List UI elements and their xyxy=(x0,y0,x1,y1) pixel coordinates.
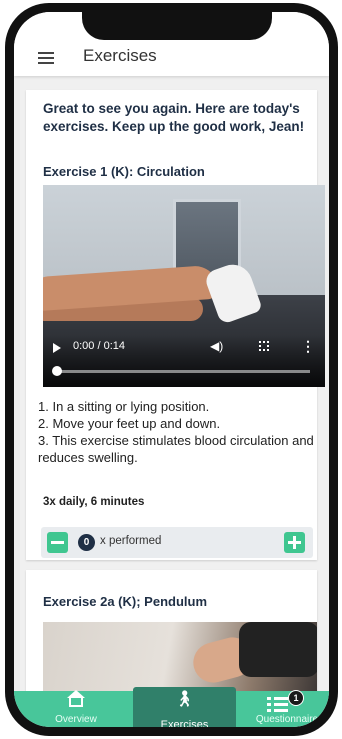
nav-overview[interactable]: Overview xyxy=(36,690,116,727)
performed-count: 0 xyxy=(78,534,95,551)
fullscreen-icon[interactable] xyxy=(259,341,269,351)
nav-label: Questionnaire xyxy=(255,714,319,725)
progress-knob[interactable] xyxy=(52,366,62,376)
instruction-step: 2. Move your feet up and down. xyxy=(38,416,221,431)
exercise-card: Great to see you again. Here are today's… xyxy=(26,90,325,560)
exercise-title: Exercise 2a (K); Pendulum xyxy=(43,594,207,609)
more-options-icon[interactable]: ⋮ xyxy=(301,338,315,355)
page-title: Exercises xyxy=(83,46,157,65)
volume-icon[interactable]: ◀) xyxy=(210,339,223,353)
thumbnail-clothing xyxy=(239,622,317,677)
hamburger-menu-icon[interactable] xyxy=(38,52,54,64)
nav-exercises[interactable]: 🚶︎ Exercises xyxy=(133,687,236,727)
greeting-text: Great to see you again. Here are today's… xyxy=(43,101,305,134)
instruction-step: 3. This exercise stimulates blood circul… xyxy=(38,433,314,465)
video-time: 0:00 / 0:14 xyxy=(73,340,125,352)
decrement-button[interactable] xyxy=(47,532,68,553)
bottom-navigation: Overview 🚶︎ Exercises 1 Questionnaire xyxy=(14,687,329,727)
exercise-card: Exercise 2a (K); Pendulum xyxy=(26,570,317,691)
exercise-instructions: 1. In a sitting or lying position. 2. Mo… xyxy=(38,398,318,466)
exercise-video[interactable]: 0:00 / 0:14 ◀) ⋮ xyxy=(43,185,325,387)
exercise-frequency: 3x daily, 6 minutes xyxy=(43,496,145,508)
phone-notch xyxy=(82,12,272,40)
main-content[interactable]: Great to see you again. Here are today's… xyxy=(14,76,329,691)
performed-label: x performed xyxy=(100,535,162,547)
nav-label: Exercises xyxy=(160,719,209,727)
app-screen: Exercises Great to see you again. Here a… xyxy=(14,12,329,727)
increment-button[interactable] xyxy=(284,532,305,553)
notification-badge: 1 xyxy=(288,690,304,706)
instruction-step: 1. In a sitting or lying position. xyxy=(38,399,210,414)
exercise-video-thumbnail[interactable] xyxy=(43,622,317,691)
list-icon xyxy=(267,695,289,713)
home-icon xyxy=(69,697,83,707)
walking-icon: 🚶︎ xyxy=(174,691,195,708)
phone-frame: Exercises Great to see you again. Here a… xyxy=(5,3,338,736)
play-icon[interactable] xyxy=(53,343,61,353)
nav-label: Overview xyxy=(55,714,97,725)
exercise-title: Exercise 1 (K): Circulation xyxy=(43,164,205,179)
performed-counter: 0 x performed xyxy=(41,527,313,558)
nav-questionnaire[interactable]: 1 Questionnaire xyxy=(242,690,329,727)
video-progress-bar[interactable] xyxy=(52,366,310,376)
